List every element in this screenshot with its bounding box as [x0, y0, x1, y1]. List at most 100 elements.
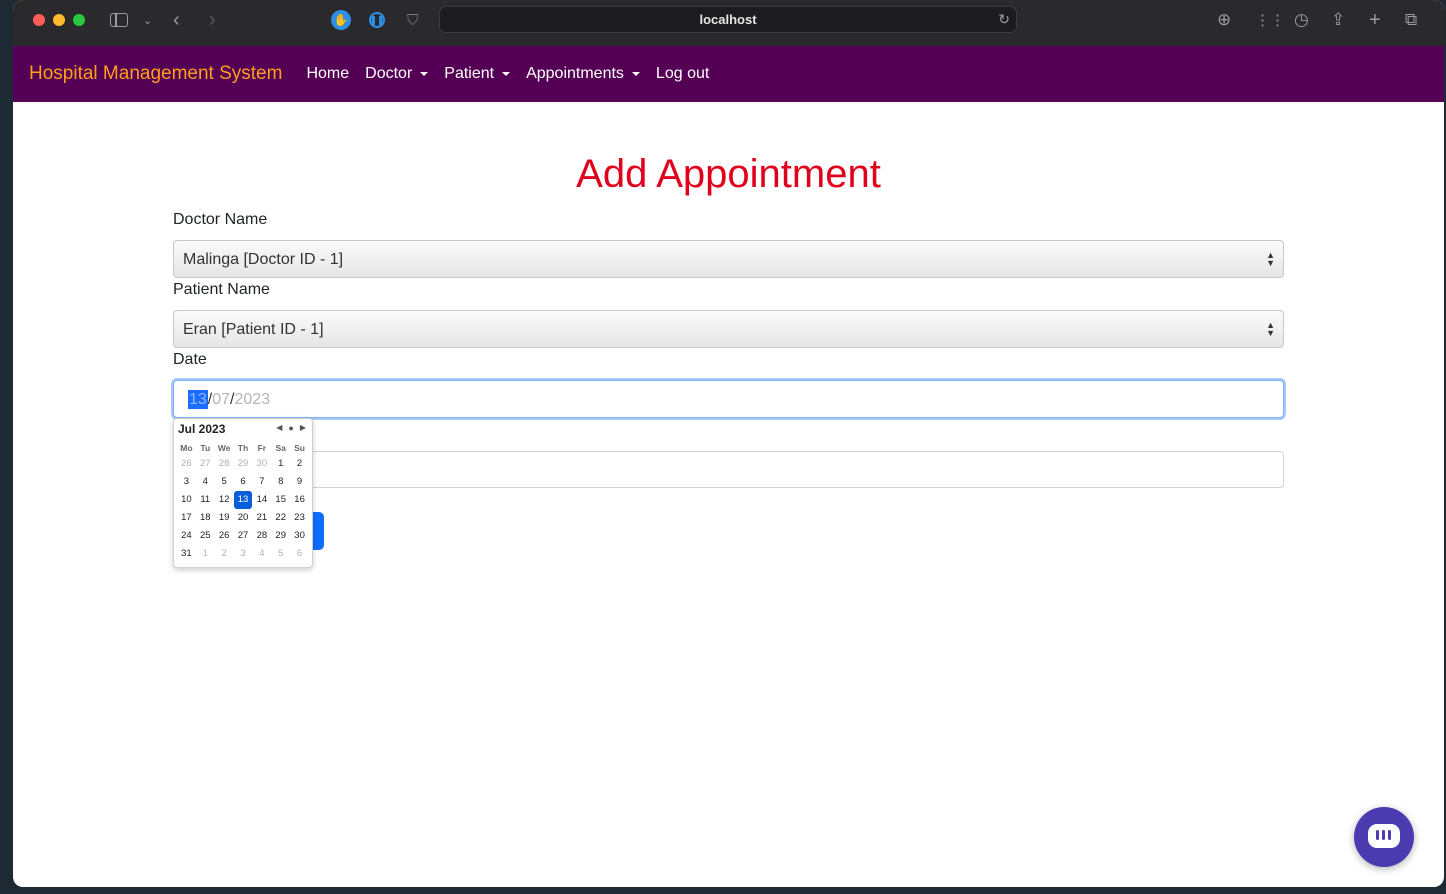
calendar-weekday: Fr — [257, 443, 267, 453]
calendar-day[interactable]: 26 — [215, 527, 234, 545]
calendar-day[interactable]: 17 — [177, 509, 196, 527]
grid-icon[interactable]: ⋮⋮ — [1255, 9, 1285, 31]
calendar-day[interactable]: 14 — [252, 491, 271, 509]
doctor-label: Doctor Name — [173, 211, 268, 228]
navbar: Hospital Management System Home Doctor P… — [13, 46, 1444, 102]
nav-logout-label: Log out — [655, 65, 710, 82]
calendar-weekday: Tu — [200, 443, 211, 453]
new-tab-icon[interactable]: + — [1369, 9, 1381, 31]
date-day-segment[interactable]: 13 — [188, 390, 208, 409]
calendar-weekday: Mo — [180, 443, 193, 453]
calendar-day[interactable]: 7 — [252, 473, 271, 491]
calendar-day-prev-month[interactable]: 29 — [234, 455, 253, 473]
calendar-day[interactable]: 9 — [290, 473, 309, 491]
calendar-day-prev-month[interactable]: 26 — [177, 455, 196, 473]
back-icon[interactable]: ‹ — [173, 9, 180, 31]
date-input[interactable]: 13/07/2023 — [173, 380, 1284, 418]
date-year-segment[interactable]: 2023 — [235, 391, 271, 408]
calendar-day-prev-month[interactable]: 28 — [215, 455, 234, 473]
patient-select[interactable]: Eran [Patient ID - 1] ▲ ▼ — [173, 310, 1284, 348]
calendar-day[interactable]: 8 — [271, 473, 290, 491]
date-month-segment[interactable]: 07 — [212, 391, 230, 408]
share-icon[interactable]: ⇪ — [1331, 9, 1345, 31]
nav-patient-dropdown[interactable]: Patient — [436, 65, 518, 83]
calendar-day[interactable]: 5 — [215, 473, 234, 491]
calendar-day[interactable]: 28 — [252, 527, 271, 545]
calendar-day[interactable]: 19 — [215, 509, 234, 527]
nav-appointments-dropdown[interactable]: Appointments — [518, 65, 648, 83]
downloads-icon[interactable]: ⊕ — [1217, 9, 1231, 31]
nav-home[interactable]: Home — [298, 65, 357, 83]
calendar-day-next-month[interactable]: 4 — [252, 545, 271, 563]
calendar-day[interactable]: 31 — [177, 545, 196, 563]
patient-select-value: Eran [Patient ID - 1] — [183, 321, 324, 338]
chat-icon — [1368, 824, 1400, 848]
calendar-day[interactable]: 27 — [234, 527, 253, 545]
calendar-day[interactable]: 21 — [252, 509, 271, 527]
calendar-day-prev-month[interactable]: 30 — [252, 455, 271, 473]
address-text: localhost — [699, 12, 757, 27]
extension-pause-icon[interactable]: ❚❚ — [369, 9, 385, 31]
calendar-day[interactable]: 24 — [177, 527, 196, 545]
chevron-down-icon[interactable]: ⌄ — [143, 9, 152, 31]
minimize-window-button[interactable] — [53, 14, 65, 26]
calendar-day[interactable]: 16 — [290, 491, 309, 509]
reload-icon[interactable]: ↻ — [998, 11, 1010, 28]
privacy-shield-icon[interactable]: ⛉ — [407, 9, 418, 31]
calendar-day-selected[interactable]: 13 — [233, 491, 253, 509]
calendar-day-next-month[interactable]: 1 — [196, 545, 215, 563]
history-icon[interactable]: ◷ — [1294, 9, 1309, 31]
calendar-grid: Mo Tu We Th Fr Sa Su 26 27 28 29 30 1 2 3 4 5 6 7 8 9 10 11 12 1… — [177, 441, 309, 563]
calendar-day[interactable]: 12 — [215, 491, 234, 509]
prev-month-icon[interactable]: ◀ — [276, 423, 282, 433]
calendar-day[interactable]: 18 — [196, 509, 215, 527]
time-input[interactable] — [173, 451, 1284, 488]
maximize-window-button[interactable] — [73, 14, 85, 26]
calendar-day[interactable]: 1 — [271, 455, 290, 473]
brand-link[interactable]: Hospital Management System — [29, 63, 282, 85]
sidebar-toggle-icon[interactable] — [110, 9, 128, 31]
calendar-day-next-month[interactable]: 5 — [271, 545, 290, 563]
calendar-day-prev-month[interactable]: 27 — [196, 455, 215, 473]
nav-appointments-label: Appointments — [526, 65, 624, 82]
calendar-day[interactable]: 30 — [290, 527, 309, 545]
calendar-day[interactable]: 20 — [234, 509, 253, 527]
browser-window: ⌄ ‹ › ✋ ❚❚ ⛉ localhost ↻ ⊕ ⋮⋮ ◷ ⇪ + ⧉ Ho… — [13, 0, 1444, 887]
nav-logout[interactable]: Log out — [648, 65, 717, 83]
calendar-day[interactable]: 22 — [271, 509, 290, 527]
calendar-day[interactable]: 10 — [177, 491, 196, 509]
date-label: Date — [173, 351, 207, 368]
calendar-day[interactable]: 3 — [177, 473, 196, 491]
address-bar[interactable]: localhost ↻ — [439, 6, 1017, 33]
calendar-day[interactable]: 15 — [271, 491, 290, 509]
calendar-day-next-month[interactable]: 2 — [215, 545, 234, 563]
caret-down-icon — [631, 72, 640, 76]
calendar-day[interactable]: 23 — [290, 509, 309, 527]
date-picker-popup: Jul 2023 ◀ ● ▶ Mo Tu We Th Fr Sa Su 26 27 28 29 30 1… — [173, 418, 313, 568]
nav-home-label: Home — [306, 65, 350, 82]
calendar-day[interactable]: 2 — [290, 455, 309, 473]
nav-doctor-dropdown[interactable]: Doctor — [357, 65, 436, 83]
forward-icon[interactable]: › — [209, 9, 216, 31]
calendar-day[interactable]: 4 — [196, 473, 215, 491]
calendar-day[interactable]: 29 — [271, 527, 290, 545]
next-month-icon[interactable]: ▶ — [300, 423, 306, 433]
extension-hand-icon[interactable]: ✋ — [331, 9, 351, 31]
nav-doctor-label: Doctor — [365, 65, 413, 82]
tab-overview-icon[interactable]: ⧉ — [1405, 9, 1417, 31]
select-arrows-icon: ▲ ▼ — [1266, 250, 1275, 268]
calendar-weekday: Sa — [275, 443, 286, 453]
caret-down-icon — [420, 72, 429, 76]
doctor-select[interactable]: Malinga [Doctor ID - 1] ▲ ▼ — [173, 240, 1284, 278]
calendar-day[interactable]: 25 — [196, 527, 215, 545]
today-dot-icon[interactable]: ● — [288, 423, 293, 433]
doctor-select-value: Malinga [Doctor ID - 1] — [183, 251, 344, 268]
browser-toolbar: ⌄ ‹ › ✋ ❚❚ ⛉ localhost ↻ ⊕ ⋮⋮ ◷ ⇪ + ⧉ — [13, 0, 1444, 47]
calendar-day[interactable]: 6 — [234, 473, 253, 491]
calendar-day-next-month[interactable]: 3 — [234, 545, 253, 563]
close-window-button[interactable] — [33, 14, 45, 26]
caret-down-icon — [502, 72, 511, 76]
calendar-day-next-month[interactable]: 6 — [290, 545, 309, 563]
calendar-day[interactable]: 11 — [196, 491, 215, 509]
chat-widget-button[interactable] — [1354, 807, 1414, 867]
